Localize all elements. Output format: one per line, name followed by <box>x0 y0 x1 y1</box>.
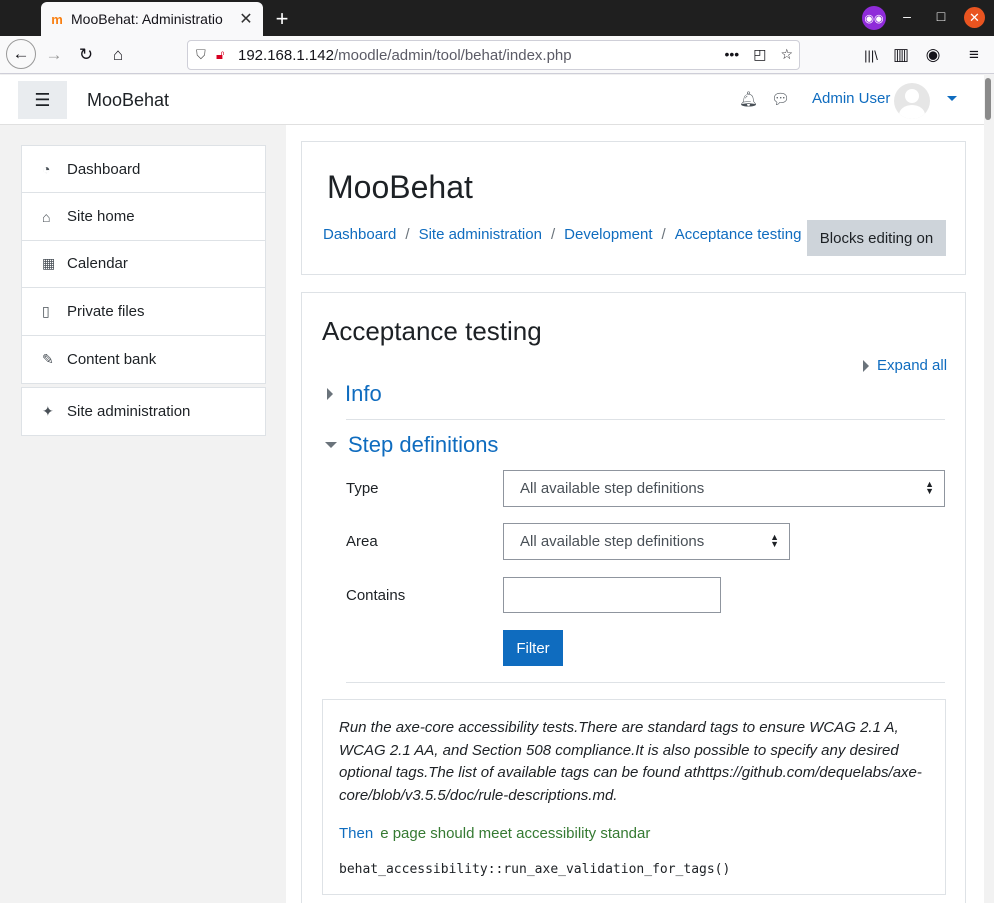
url-bar[interactable]: ⛉ 🔓︎ 192.168.1.142/moodle/admin/tool/beh… <box>187 40 800 70</box>
breadcrumb: Dashboard / Site administration / Develo… <box>323 226 801 243</box>
account-icon[interactable]: ◉ <box>920 42 946 68</box>
pocket-icon[interactable]: ◰ <box>753 46 766 63</box>
admin-nav-list: ✦ Site administration <box>21 387 266 437</box>
calendar-icon: ▦ <box>42 255 56 272</box>
file-icon: ▯ <box>42 302 50 319</box>
nav-list: ◔ Dashboard ⌂ Site home ▦ Calendar ▯ Private… <box>21 145 266 384</box>
browser-toolbar: ← → ↻ ⌂ ⛉ 🔓︎ 192.168.1.142/moodle/admin/… <box>0 36 994 74</box>
browser-tab[interactable]: m MooBehat: Administratio ✕ <box>41 2 263 36</box>
caret-right-icon <box>863 359 869 372</box>
blocks-editing-button[interactable]: Blocks editing on <box>807 220 946 256</box>
moodle-favicon-icon: m <box>51 11 63 27</box>
scrollbar-thumb[interactable] <box>985 78 991 120</box>
nav-item-label: Private files <box>67 302 145 320</box>
app-menu-icon[interactable]: ≡ <box>961 42 987 68</box>
caret-right-icon <box>327 388 333 400</box>
step-definition-item: Run the axe-core accessibility tests.The… <box>322 699 946 895</box>
insecure-lock-icon[interactable]: 🔓︎ <box>216 47 238 63</box>
drawer-toggle-button[interactable]: ☰ <box>18 81 67 119</box>
step-line: Then e page should meet accessibility sta… <box>339 825 650 842</box>
page-actions-icon[interactable]: ••• <box>724 46 739 63</box>
wrench-icon: ✦ <box>42 403 54 420</box>
breadcrumb-separator: / <box>550 226 556 243</box>
type-label: Type <box>346 480 379 497</box>
expand-all-link[interactable]: Expand all <box>863 357 947 374</box>
site-name[interactable]: MooBehat <box>87 90 169 111</box>
nav-item-label: Dashboard <box>67 160 141 178</box>
breadcrumb-dashboard[interactable]: Dashboard <box>323 226 396 243</box>
nav-item-label: Site home <box>67 208 135 226</box>
type-select[interactable]: All available step definitions ▲ ▼ <box>503 470 945 507</box>
window-close-icon[interactable]: ✕ <box>964 7 985 28</box>
nav-item-calendar[interactable]: ▦ Calendar <box>22 241 265 289</box>
url-path: /moodle/admin/tool/behat/index.php <box>333 46 572 64</box>
contains-input[interactable] <box>503 577 721 613</box>
home-icon: ⌂ <box>42 208 51 225</box>
select-arrows-icon: ▲ ▼ <box>925 479 934 496</box>
user-menu-name[interactable]: Admin User <box>812 90 890 107</box>
url-host: 192.168.1.142 <box>238 46 334 64</box>
section-steps-toggle[interactable]: Step definitions <box>325 432 498 458</box>
caret-down-icon <box>325 442 337 448</box>
page-scrollbar[interactable] <box>984 75 994 903</box>
new-tab-icon[interactable]: + <box>270 6 294 32</box>
library-icon[interactable]: |||\ <box>858 42 884 68</box>
expand-all-label: Expand all <box>877 357 948 374</box>
tab-title: MooBehat: Administratio <box>71 11 223 27</box>
step-keyword: Then <box>339 825 374 842</box>
page-heading: MooBehat <box>327 169 473 205</box>
hamburger-icon: ☰ <box>34 89 51 110</box>
area-select-value: All available step definitions <box>520 533 705 550</box>
private-browsing-icon: ◉◉ <box>862 6 886 30</box>
nav-item-dashboard[interactable]: ◔ Dashboard <box>22 146 265 194</box>
section-steps-title: Step definitions <box>348 432 499 457</box>
messages-icon[interactable]: 💬︎ <box>771 90 790 108</box>
content-card: Acceptance testing Expand all Info Step … <box>301 292 966 903</box>
breadcrumb-site-administration[interactable]: Site administration <box>419 226 542 243</box>
area-label: Area <box>346 533 378 550</box>
nav-item-private-files[interactable]: ▯ Private files <box>22 288 265 336</box>
tab-close-icon[interactable]: ✕ <box>237 9 255 29</box>
site-header: ☰ MooBehat 🔔︎ 💬︎ Admin User <box>0 75 984 125</box>
paintbrush-icon: ✎ <box>42 350 54 367</box>
sidebar-icon[interactable]: ▥ <box>888 42 914 68</box>
tracking-shield-icon[interactable]: ⛉ <box>196 47 216 63</box>
tachometer-icon: ◔ <box>42 161 51 178</box>
page-header-card: MooBehat Dashboard / Site administration… <box>301 141 966 275</box>
section-info-toggle[interactable]: Info <box>327 381 382 407</box>
maximize-icon[interactable]: □ <box>931 8 951 24</box>
contains-label: Contains <box>346 587 406 604</box>
section-info-title: Info <box>345 381 382 406</box>
nav-item-site-administration[interactable]: ✦ Site administration <box>22 388 265 435</box>
reload-icon[interactable]: ↻ <box>73 42 99 68</box>
avatar[interactable] <box>894 83 930 119</box>
step-text: e page should meet accessibility standar <box>380 825 651 842</box>
step-code: behat_accessibility::run_axe_validation_… <box>339 862 731 877</box>
nav-item-label: Site administration <box>67 403 191 421</box>
breadcrumb-development[interactable]: Development <box>564 226 652 243</box>
breadcrumb-acceptance-testing[interactable]: Acceptance testing <box>675 226 802 243</box>
select-arrows-icon: ▲ ▼ <box>770 532 779 549</box>
user-menu-caret-icon[interactable] <box>947 96 957 101</box>
divider <box>346 419 945 420</box>
step-description: Run the axe-core accessibility tests.The… <box>339 719 922 804</box>
nav-item-label: Content bank <box>67 350 157 368</box>
type-select-value: All available step definitions <box>520 480 705 497</box>
back-icon[interactable]: ← <box>6 39 36 69</box>
nav-item-site-home[interactable]: ⌂ Site home <box>22 193 265 241</box>
notifications-bell-icon[interactable]: 🔔︎ <box>739 90 758 108</box>
breadcrumb-separator: / <box>405 226 410 243</box>
minimize-icon[interactable]: – <box>897 8 917 24</box>
bookmark-star-icon[interactable]: ☆ <box>780 46 793 63</box>
content-title: Acceptance testing <box>322 316 542 346</box>
filter-button[interactable]: Filter <box>503 630 563 666</box>
forward-icon[interactable]: → <box>41 42 67 68</box>
browser-tab-bar: m MooBehat: Administratio ✕ + ◉◉ – □ ✕ <box>0 0 994 36</box>
nav-item-content-bank[interactable]: ✎ Content bank <box>22 336 265 383</box>
divider <box>346 682 945 683</box>
nav-item-label: Calendar <box>67 255 128 273</box>
area-select[interactable]: All available step definitions ▲ ▼ <box>503 523 790 560</box>
home-icon[interactable]: ⌂ <box>105 42 131 68</box>
breadcrumb-separator: / <box>661 226 666 243</box>
